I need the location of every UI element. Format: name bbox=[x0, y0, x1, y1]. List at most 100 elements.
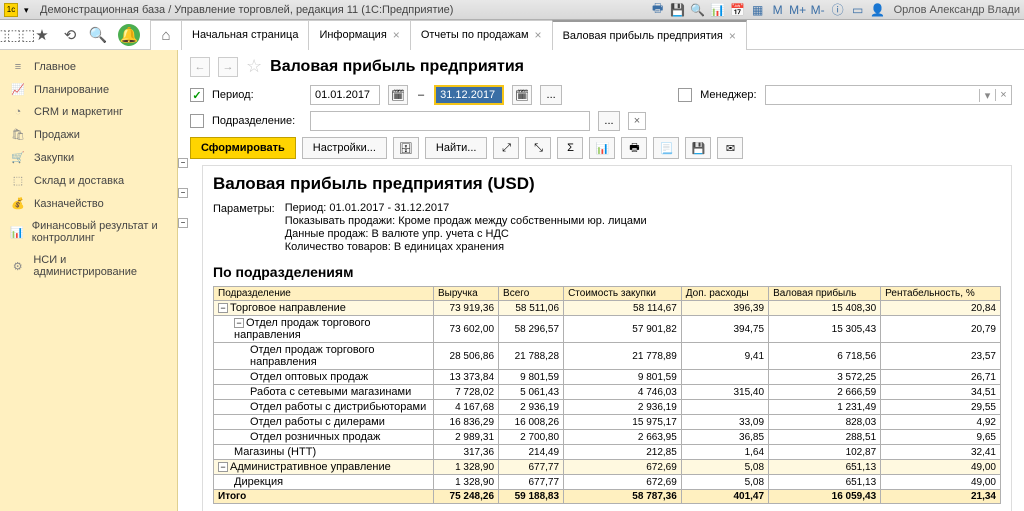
sidebar-item-planning[interactable]: 📈Планирование bbox=[0, 78, 177, 101]
sidebar-item-crm[interactable]: ◔CRM и маркетинг bbox=[0, 101, 177, 123]
export-button[interactable]: 📃 bbox=[653, 137, 679, 159]
outline-toggle[interactable]: − bbox=[178, 158, 188, 168]
manager-checkbox[interactable] bbox=[678, 88, 692, 102]
cell: 4,92 bbox=[881, 415, 1001, 430]
row-name: Отдел продаж торгового направления bbox=[234, 317, 371, 341]
close-icon[interactable]: × bbox=[393, 28, 400, 42]
sidebar-item-purchases[interactable]: 🛒Закупки bbox=[0, 146, 177, 169]
star-icon[interactable]: ☆ bbox=[246, 56, 262, 77]
cart-icon: 🛒 bbox=[10, 151, 26, 164]
cell: 9,41 bbox=[681, 343, 768, 370]
cell: 73 919,36 bbox=[434, 301, 499, 316]
calendar-to-icon[interactable]: 🗓 bbox=[512, 85, 532, 105]
filter-button[interactable]: 🗄 bbox=[393, 137, 419, 159]
bag-icon: 🛍 bbox=[10, 128, 26, 141]
history-icon[interactable]: ⟲ bbox=[56, 21, 84, 49]
col-header[interactable]: Доп. расходы bbox=[681, 287, 768, 301]
cell: 1,64 bbox=[681, 445, 768, 460]
dept-picker-button[interactable]: ... bbox=[598, 111, 620, 131]
tab-start[interactable]: Начальная страница bbox=[181, 20, 309, 50]
sidebar-item-finance[interactable]: 📊Финансовый результат и контроллинг bbox=[0, 215, 177, 249]
row-name: Отдел розничных продаж bbox=[250, 431, 380, 443]
cell: 315,40 bbox=[681, 385, 768, 400]
dept-checkbox[interactable] bbox=[190, 114, 204, 128]
sidebar-item-sales[interactable]: 🛍Продажи bbox=[0, 123, 177, 146]
tree-toggle[interactable]: − bbox=[234, 318, 244, 328]
col-header[interactable]: Валовая прибыль bbox=[769, 287, 881, 301]
cell: 16 836,29 bbox=[434, 415, 499, 430]
outline-toggle[interactable]: − bbox=[178, 218, 188, 228]
m-plus-icon[interactable]: M+ bbox=[790, 2, 806, 18]
find-button[interactable]: Найти... bbox=[425, 137, 488, 159]
col-header[interactable]: Рентабельность, % bbox=[881, 287, 1001, 301]
row-name: Дирекция bbox=[234, 476, 283, 488]
cell: 23,57 bbox=[881, 343, 1001, 370]
close-icon[interactable]: × bbox=[535, 28, 542, 42]
panel-icon[interactable]: ▭ bbox=[850, 2, 866, 18]
user-name[interactable]: Орлов Александр Влади bbox=[890, 4, 1020, 16]
search-icon[interactable]: 🔍 bbox=[690, 2, 706, 18]
notifications-icon[interactable]: 🔔 bbox=[118, 24, 140, 46]
back-button[interactable]: ← bbox=[190, 57, 210, 77]
period-picker-button[interactable]: ... bbox=[540, 85, 562, 105]
collapse-button[interactable]: ⤡ bbox=[525, 137, 551, 159]
col-header[interactable]: Подразделение bbox=[214, 287, 434, 301]
outline-toggle[interactable]: − bbox=[178, 188, 188, 198]
grid-icon[interactable]: ▦ bbox=[750, 2, 766, 18]
box-icon: ⬚ bbox=[10, 174, 26, 187]
apps-icon[interactable]: ⬚⬚⬚ bbox=[0, 21, 28, 49]
col-header[interactable]: Всего bbox=[499, 287, 564, 301]
m-icon[interactable]: M bbox=[770, 2, 786, 18]
save-report-button[interactable]: 💾 bbox=[685, 137, 711, 159]
close-icon[interactable]: × bbox=[729, 29, 736, 43]
user-icon: 👤 bbox=[870, 2, 886, 18]
m-minus-icon[interactable]: M- bbox=[810, 2, 826, 18]
sidebar-item-nsi[interactable]: ⚙НСИ и администрирование bbox=[0, 249, 177, 283]
settings-button[interactable]: Настройки... bbox=[302, 137, 387, 159]
calc-icon[interactable]: 📊 bbox=[710, 2, 726, 18]
clear-icon[interactable]: × bbox=[995, 89, 1011, 101]
calendar-icon[interactable]: 📅 bbox=[730, 2, 746, 18]
tab-info[interactable]: Информация× bbox=[308, 20, 410, 50]
calendar-from-icon[interactable]: 🗓 bbox=[388, 85, 408, 105]
tab-reports[interactable]: Отчеты по продажам× bbox=[410, 20, 553, 50]
help-icon[interactable]: ⓘ bbox=[830, 2, 846, 18]
sidebar-item-treasury[interactable]: 💰Казначейство bbox=[0, 192, 177, 215]
app-menu-dropdown[interactable]: ▾ bbox=[24, 5, 34, 15]
sidebar-item-main[interactable]: ≡Главное bbox=[0, 56, 177, 78]
sum-button[interactable]: Σ bbox=[557, 137, 583, 159]
tree-toggle[interactable]: − bbox=[218, 462, 228, 472]
col-header[interactable]: Выручка bbox=[434, 287, 499, 301]
save-icon[interactable]: 💾 bbox=[670, 2, 686, 18]
cell: 9 801,59 bbox=[499, 370, 564, 385]
dept-field[interactable] bbox=[310, 111, 590, 131]
mail-button[interactable]: ✉ bbox=[717, 137, 743, 159]
tree-toggle[interactable]: − bbox=[218, 303, 228, 313]
favorite-icon[interactable]: ★ bbox=[28, 21, 56, 49]
search-button[interactable]: 🔍 bbox=[84, 21, 112, 49]
date-from-field[interactable]: 01.01.2017 bbox=[310, 85, 380, 105]
window-title: Демонстрационная база / Управление торго… bbox=[40, 4, 453, 16]
manager-field[interactable]: ▾× bbox=[765, 85, 1012, 105]
cell: 1 328,90 bbox=[434, 460, 499, 475]
total-cell: 58 787,36 bbox=[564, 490, 682, 504]
period-checkbox[interactable]: ✓ bbox=[190, 88, 204, 102]
generate-button[interactable]: Сформировать bbox=[190, 137, 296, 159]
expand-button[interactable]: ⤢ bbox=[493, 137, 519, 159]
col-header[interactable]: Стоимость закупки bbox=[564, 287, 682, 301]
cell: 2 663,95 bbox=[564, 430, 682, 445]
cell: 3 572,25 bbox=[769, 370, 881, 385]
bars-icon: 📊 bbox=[10, 226, 24, 239]
dept-clear-button[interactable]: × bbox=[628, 112, 646, 130]
tab-gross-profit[interactable]: Валовая прибыль предприятия× bbox=[552, 20, 747, 50]
chart-button[interactable]: 📊 bbox=[589, 137, 615, 159]
home-tab[interactable]: ⌂ bbox=[150, 20, 182, 50]
print-icon[interactable]: 🖶 bbox=[650, 2, 666, 18]
forward-button[interactable]: → bbox=[218, 57, 238, 77]
dropdown-icon[interactable]: ▾ bbox=[979, 89, 995, 102]
cell: 49,00 bbox=[881, 475, 1001, 490]
sidebar-item-warehouse[interactable]: ⬚Склад и доставка bbox=[0, 169, 177, 192]
date-to-field[interactable]: 31.12.2017 bbox=[434, 85, 504, 105]
print-button[interactable]: 🖶 bbox=[621, 137, 647, 159]
cell: 1 231,49 bbox=[769, 400, 881, 415]
